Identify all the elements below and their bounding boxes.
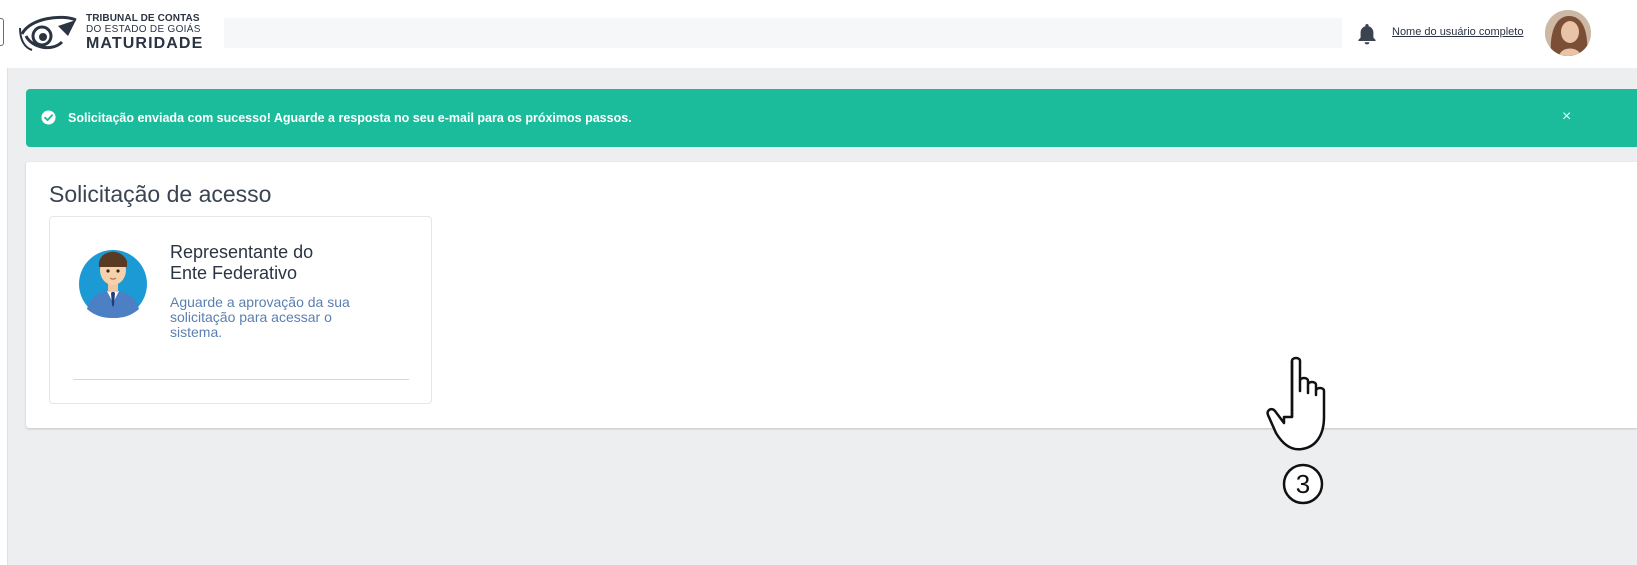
hand-pointer-icon [1266, 356, 1326, 451]
header-search-bar[interactable] [224, 18, 1342, 48]
logo-line-2: DO ESTADO DE GOIÁS [86, 24, 201, 35]
eye-logo-icon [19, 15, 77, 51]
step-number-marker: 3 [1282, 463, 1324, 505]
option-divider [73, 379, 409, 380]
page: TRIBUNAL DE CONTAS DO ESTADO DE GOIÁS MA… [0, 0, 1637, 565]
logo-text: TRIBUNAL DE CONTAS DO ESTADO DE GOIÁS MA… [86, 14, 203, 52]
option-desc-line-3: sistema. [170, 324, 223, 340]
top-header: TRIBUNAL DE CONTAS DO ESTADO DE GOIÁS MA… [0, 0, 1637, 68]
bell-icon[interactable] [1357, 23, 1377, 45]
menu-toggle-button[interactable] [0, 18, 4, 46]
option-title: Representante do Ente Federativo [170, 242, 400, 284]
access-request-card: Solicitação de acesso Representante do E… [26, 162, 1637, 428]
check-circle-icon [41, 110, 56, 125]
option-title-line-2: Ente Federativo [170, 263, 298, 283]
role-option-card[interactable]: Representante do Ente Federativo Aguarde… [49, 216, 432, 404]
logo-line-1: TRIBUNAL DE CONTAS [86, 13, 200, 24]
user-photo-avatar[interactable] [1545, 10, 1591, 56]
businessman-avatar-icon [79, 250, 147, 318]
logo-line-3: MATURIDADE [86, 35, 204, 52]
page-title: Solicitação de acesso [49, 181, 272, 207]
success-alert: Solicitação enviada com sucesso! Aguarde… [26, 89, 1637, 147]
user-name-link[interactable]: Nome do usuário completo [1392, 26, 1523, 38]
logo[interactable]: TRIBUNAL DE CONTAS DO ESTADO DE GOIÁS MA… [18, 12, 218, 56]
option-desc-line-2: solicitação para acessar o [170, 309, 332, 325]
alert-message: Solicitação enviada com sucesso! Aguarde… [68, 111, 632, 125]
option-desc-line-1: Aguarde a aprovação da sua [170, 294, 350, 310]
option-description: Aguarde a aprovação da sua solicitação p… [170, 295, 400, 340]
left-edge [0, 68, 8, 565]
close-icon[interactable]: × [1562, 108, 1571, 126]
step-number: 3 [1296, 469, 1310, 499]
user-photo-icon [1545, 10, 1591, 56]
option-title-line-1: Representante do [170, 242, 314, 262]
